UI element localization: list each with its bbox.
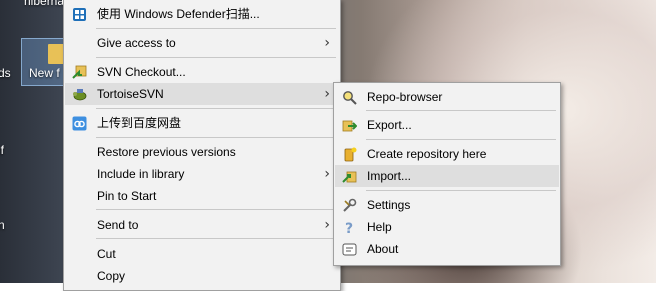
menu-item-pin-to-start[interactable]: Pin to Start	[65, 185, 339, 207]
menu-item-create-repository[interactable]: Create repository here	[335, 143, 559, 165]
menu-item-export[interactable]: Export...	[335, 114, 559, 136]
menu-item-label: Help	[367, 220, 392, 234]
menu-separator	[366, 139, 556, 140]
folder-icon	[48, 44, 64, 64]
menu-separator	[96, 137, 336, 138]
menu-item-label: SVN Checkout...	[97, 65, 186, 79]
menu-item-settings[interactable]: Settings	[335, 194, 559, 216]
menu-item-label: Include in library	[97, 167, 185, 181]
menu-item-svn-checkout[interactable]: SVN Checkout...	[65, 61, 339, 83]
menu-item-label: Restore previous versions	[97, 145, 236, 159]
settings-icon	[342, 198, 357, 213]
menu-separator	[96, 28, 336, 29]
chevron-right-icon: ›	[324, 166, 330, 182]
menu-item-label: Import...	[367, 169, 412, 183]
menu-item-label: TortoiseSVN	[97, 87, 164, 101]
tortoisesvn-submenu: Repo-browser Export... Create repository…	[333, 82, 561, 266]
chevron-right-icon: ›	[324, 86, 330, 102]
menu-item-include-library[interactable]: Include in library ›	[65, 163, 339, 185]
menu-item-label: 上传到百度网盘	[97, 116, 182, 130]
tortoisesvn-icon	[72, 87, 87, 102]
desktop-icon-label[interactable]: ds	[0, 66, 11, 80]
menu-separator	[366, 190, 556, 191]
menu-item-cut[interactable]: Cut	[65, 243, 339, 265]
desktop-icon-label[interactable]: New f	[29, 66, 60, 80]
desktop-icon-label[interactable]: lf	[0, 143, 4, 157]
menu-separator	[96, 238, 336, 239]
context-menu: 使用 Windows Defender扫描... Give access to …	[63, 0, 341, 291]
menu-item-label: 使用 Windows Defender扫描...	[97, 7, 260, 21]
menu-item-import[interactable]: Import...	[335, 165, 559, 187]
import-icon	[342, 169, 357, 184]
menu-item-label: Pin to Start	[97, 189, 157, 203]
windows-defender-icon	[72, 7, 87, 22]
svg-text:?: ?	[345, 221, 353, 235]
baidu-netdisk-icon	[72, 116, 87, 131]
menu-item-give-access[interactable]: Give access to ›	[65, 32, 339, 54]
menu-item-baidu-upload[interactable]: 上传到百度网盘	[65, 112, 339, 134]
chevron-right-icon: ›	[324, 217, 330, 233]
help-icon: ?	[342, 220, 357, 237]
menu-item-help[interactable]: ? Help	[335, 216, 559, 238]
menu-item-label: About	[367, 242, 399, 256]
menu-separator	[96, 108, 336, 109]
menu-item-defender-scan[interactable]: 使用 Windows Defender扫描...	[65, 3, 339, 25]
about-icon	[342, 242, 357, 257]
svn-checkout-icon	[72, 65, 87, 80]
menu-separator	[366, 110, 556, 111]
menu-separator	[96, 57, 336, 58]
create-repository-icon	[342, 147, 357, 162]
menu-item-label: Give access to	[97, 36, 176, 50]
chevron-right-icon: ›	[324, 35, 330, 51]
menu-item-copy[interactable]: Copy	[65, 265, 339, 287]
menu-item-label: Cut	[97, 247, 116, 261]
menu-item-label: Copy	[97, 269, 126, 283]
menu-item-label: Send to	[97, 218, 139, 232]
menu-item-label: Settings	[367, 198, 411, 212]
menu-item-label: Create repository here	[367, 147, 487, 161]
desktop-icon-label[interactable]: hiberna	[24, 0, 64, 8]
menu-item-send-to[interactable]: Send to ›	[65, 214, 339, 236]
desktop-icon-label[interactable]: n	[0, 218, 5, 232]
menu-item-restore-versions[interactable]: Restore previous versions	[65, 141, 339, 163]
menu-item-label: Repo-browser	[367, 90, 443, 104]
menu-separator	[96, 209, 336, 210]
menu-item-tortoisesvn[interactable]: TortoiseSVN ›	[65, 83, 339, 105]
menu-item-about[interactable]: About	[335, 238, 559, 260]
export-icon	[342, 118, 358, 133]
repo-browser-icon	[342, 90, 357, 105]
menu-item-label: Export...	[367, 118, 412, 132]
menu-item-repo-browser[interactable]: Repo-browser	[335, 86, 559, 108]
